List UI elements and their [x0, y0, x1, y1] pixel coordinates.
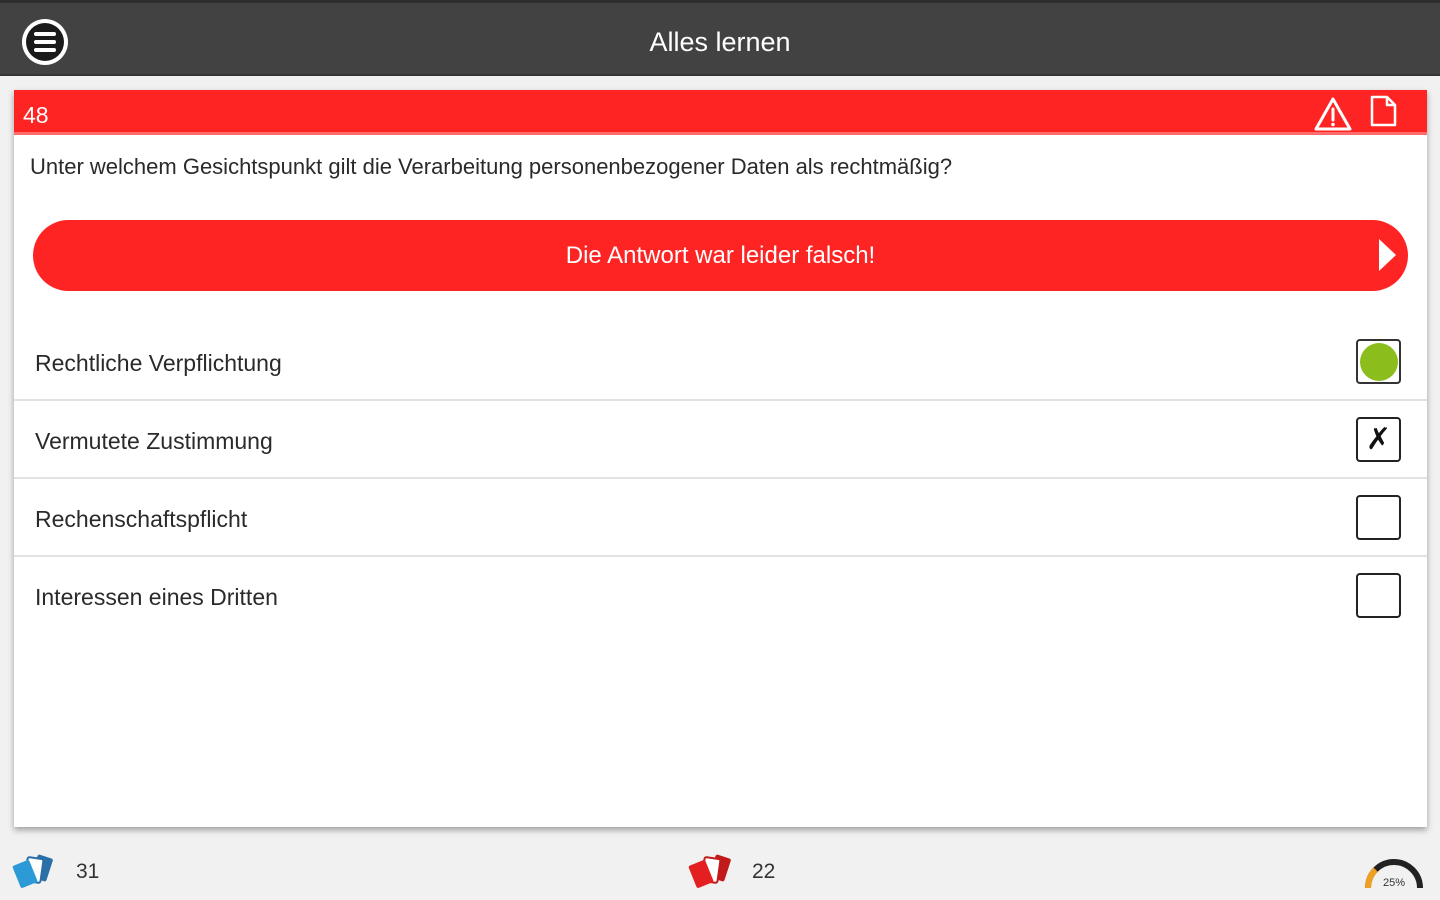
feedback-banner[interactable]: Die Antwort war leider falsch! [33, 220, 1408, 291]
correct-dot-icon [1359, 342, 1398, 381]
answer-checkbox[interactable] [1356, 573, 1401, 618]
answer-option[interactable]: Vermutete Zustimmung ✗ [14, 401, 1427, 479]
wrong-count: 22 [752, 860, 776, 883]
answer-checkbox-checked[interactable]: ✗ [1356, 417, 1401, 462]
page-title: Alles lernen [649, 27, 791, 57]
answer-label: Rechtliche Verpflichtung [35, 350, 282, 376]
question-number: 48 [23, 102, 49, 128]
progress-gauge-icon[interactable]: 25% [1362, 848, 1426, 892]
blue-cards-icon [12, 854, 53, 888]
bottom-bar: 31 22 25% [0, 840, 1440, 900]
answer-option[interactable]: Rechenschaftspflicht [14, 479, 1427, 557]
answer-list: Rechtliche Verpflichtung Vermutete Zusti… [14, 323, 1427, 635]
document-icon[interactable] [1367, 94, 1399, 128]
answer-label: Interessen eines Dritten [35, 584, 278, 610]
question-card: 48 Unter welchem Gesichtspunkt gilt die … [14, 90, 1427, 827]
answer-label: Rechenschaftspflicht [35, 506, 248, 532]
question-text: Unter welchem Gesichtspunkt gilt die Ver… [30, 154, 953, 179]
answer-option[interactable]: Rechtliche Verpflichtung [14, 323, 1427, 401]
question-header: 48 [14, 90, 1427, 135]
next-arrow-icon [1379, 239, 1396, 271]
answer-checkbox[interactable] [1356, 495, 1401, 540]
learned-cards-stat[interactable]: 31 [12, 852, 99, 892]
warning-triangle-icon[interactable] [1313, 96, 1353, 132]
app-bar: Alles lernen [0, 0, 1440, 76]
feedback-text: Die Antwort war leider falsch! [565, 242, 876, 269]
answer-option[interactable]: Interessen eines Dritten [14, 557, 1427, 635]
wrong-cards-stat[interactable]: 22 [688, 852, 775, 892]
learned-count: 31 [76, 860, 100, 883]
progress-label: 25% [1383, 877, 1405, 889]
x-mark-icon: ✗ [1365, 421, 1392, 457]
answer-label: Vermutete Zustimmung [35, 428, 273, 454]
red-cards-icon [688, 854, 731, 888]
answer-checkbox-correct[interactable] [1356, 339, 1401, 384]
